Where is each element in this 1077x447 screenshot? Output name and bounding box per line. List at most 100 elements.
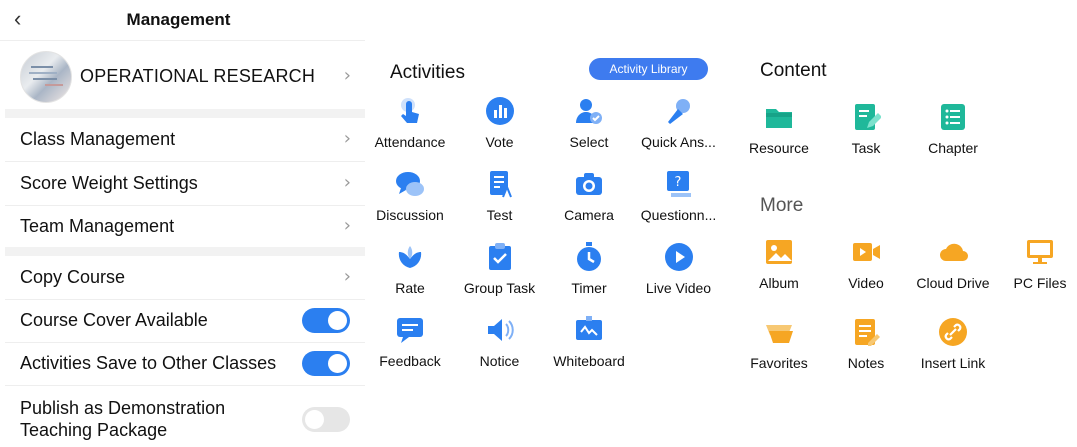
tile-pc-files[interactable]: PC Files	[992, 237, 1077, 291]
cover-available-label: Course Cover Available	[20, 310, 208, 330]
content-title: Content	[760, 60, 827, 81]
class-management-label: Class Management	[20, 129, 176, 149]
tile-timer[interactable]: Timer	[541, 242, 637, 296]
stopwatch-icon	[577, 242, 601, 271]
publish-demo-toggle[interactable]	[302, 407, 350, 432]
tile-discussion[interactable]: Discussion	[362, 169, 458, 223]
chevron-right-icon: ›	[343, 215, 351, 236]
tile-label: Questionn...	[640, 207, 717, 223]
team-management-row[interactable]: Team Management ›	[5, 205, 365, 248]
tile-label: Select	[569, 134, 609, 150]
speaker-icon	[487, 319, 514, 341]
save-to-other-label: Activities Save to Other Classes	[20, 353, 277, 373]
folder-icon	[766, 109, 792, 128]
course-thumbnail	[20, 51, 72, 103]
tile-label: Live Video	[645, 280, 712, 296]
clipboard-check-icon	[488, 243, 511, 270]
tile-insert-link[interactable]: Insert Link	[905, 317, 1001, 371]
play-circle-icon	[664, 243, 693, 271]
tile-vote[interactable]: Vote	[452, 96, 548, 150]
camera-icon	[576, 173, 602, 195]
chevron-right-icon: ›	[343, 128, 351, 149]
copy-course-label: Copy Course	[20, 267, 126, 287]
tile-favorites[interactable]: Favorites	[731, 317, 827, 371]
activity-library-button[interactable]: Activity Library	[589, 58, 708, 80]
tile-label: Rate	[395, 280, 425, 296]
activities-title: Activities	[390, 62, 465, 83]
tile-label: Task	[851, 140, 881, 156]
video-camera-icon	[853, 243, 880, 261]
questionnaire-icon: ?	[666, 171, 691, 197]
microphone-icon	[667, 99, 690, 124]
tile-label: Whiteboard	[553, 353, 625, 369]
tile-notice[interactable]: Notice	[452, 315, 548, 369]
tile-label: PC Files	[1013, 275, 1067, 291]
tap-hand-icon	[401, 98, 419, 123]
tile-attendance[interactable]: Attendance	[362, 96, 458, 150]
more-title: More	[760, 195, 804, 216]
tile-label: Notice	[479, 353, 520, 369]
cover-available-row: Course Cover Available	[5, 299, 365, 343]
monitor-icon	[1027, 240, 1053, 264]
tile-label: Chapter	[928, 140, 978, 156]
page-title: Management	[126, 10, 231, 29]
whiteboard-icon	[576, 316, 602, 340]
publish-demo-label: Publish as Demonstration Teaching Package	[20, 398, 226, 440]
team-management-label: Team Management	[20, 216, 175, 236]
management-panel: ‹ Management OPERATIONAL RESEARCH › Clas…	[0, 0, 365, 443]
tile-label: Quick Ans...	[641, 134, 716, 150]
tile-label: Group Task	[463, 280, 536, 296]
tile-label: Discussion	[376, 207, 444, 223]
class-management-row[interactable]: Class Management ›	[5, 118, 365, 162]
tile-whiteboard[interactable]: Whiteboard	[541, 315, 637, 369]
tile-notes[interactable]: Notes	[818, 317, 914, 371]
bar-chart-circle-icon	[485, 97, 514, 125]
tile-select[interactable]: Select	[541, 96, 637, 150]
tile-group-task[interactable]: Group Task	[452, 242, 548, 296]
chat-bubbles-icon	[396, 172, 424, 196]
feedback-icon	[397, 318, 423, 343]
user-check-icon	[576, 99, 602, 124]
tile-album[interactable]: Album	[731, 237, 827, 291]
chevron-right-icon: ›	[343, 172, 351, 193]
score-weight-row[interactable]: Score Weight Settings ›	[5, 162, 365, 206]
svg-text:?: ?	[674, 175, 681, 190]
tile-camera[interactable]: Camera	[541, 169, 637, 223]
task-edit-icon	[855, 104, 881, 130]
list-icon	[941, 104, 965, 130]
tile-quick-ans[interactable]: Quick Ans...	[631, 96, 727, 150]
cover-available-toggle[interactable]	[302, 308, 350, 333]
save-to-other-row: Activities Save to Other Classes	[5, 342, 365, 386]
chevron-right-icon: ›	[343, 65, 351, 86]
tile-feedback[interactable]: Feedback	[362, 315, 458, 369]
chevron-right-icon: ›	[343, 266, 351, 287]
tile-label: Album	[759, 275, 799, 291]
tile-task[interactable]: Task	[818, 102, 914, 156]
tile-label: Notes	[847, 355, 885, 371]
header-bar: ‹ Management	[0, 0, 365, 41]
tile-label: Camera	[564, 207, 614, 223]
tile-live-video[interactable]: Live Video	[631, 242, 727, 296]
tile-video[interactable]: Video	[818, 237, 914, 291]
tile-label: Test	[486, 207, 513, 223]
tile-label: Video	[848, 275, 884, 291]
tile-resource[interactable]: Resource	[731, 102, 827, 156]
cloud-icon	[940, 243, 968, 261]
tile-test[interactable]: Test	[452, 169, 548, 223]
image-icon	[766, 240, 792, 264]
notes-icon	[855, 319, 880, 346]
tile-rate[interactable]: Rate	[362, 242, 458, 296]
publish-demo-row: Publish as Demonstration Teaching Package	[5, 391, 365, 447]
copy-course-row[interactable]: Copy Course ›	[5, 256, 365, 300]
link-icon	[939, 318, 967, 346]
lotus-icon	[398, 246, 422, 268]
tile-questionn[interactable]: ? Questionn...	[631, 169, 727, 223]
save-to-other-toggle[interactable]	[302, 351, 350, 376]
tile-label: Resource	[749, 140, 809, 156]
tile-label: Timer	[571, 280, 607, 296]
tile-label: Attendance	[374, 134, 446, 150]
tile-label: Feedback	[379, 353, 441, 369]
tile-chapter[interactable]: Chapter	[905, 102, 1001, 156]
tile-cloud-drive[interactable]: Cloud Drive	[905, 237, 1001, 291]
course-row[interactable]: OPERATIONAL RESEARCH ›	[0, 41, 365, 107]
